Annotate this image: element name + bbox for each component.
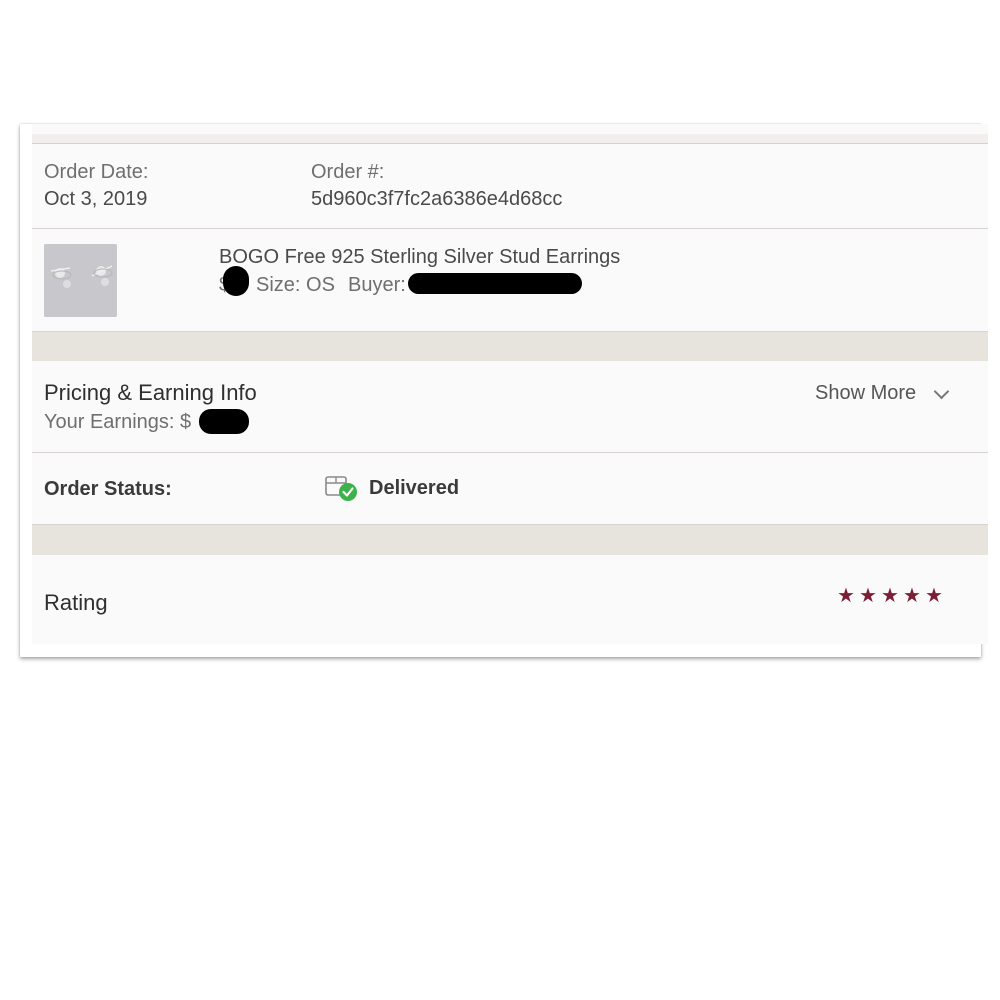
- order-number-value: 5d960c3f7fc2a6386e4d68cc: [311, 188, 563, 210]
- order-status-label: Order Status:: [44, 478, 172, 500]
- star-icon: ★: [859, 585, 877, 607]
- order-date-value: Oct 3, 2019: [44, 188, 148, 210]
- star-icon: ★: [903, 585, 921, 607]
- item-title[interactable]: BOGO Free 925 Sterling Silver Stud Earri…: [219, 246, 620, 269]
- redacted-price: [223, 266, 249, 296]
- buyer-label: Buyer:: [348, 274, 406, 296]
- earrings-image: [44, 244, 117, 317]
- item-size: Size: OS: [256, 274, 335, 296]
- divider: [32, 452, 988, 453]
- divider: [32, 228, 988, 229]
- redacted-buyer-name: [408, 273, 582, 294]
- package-check-icon: [325, 476, 357, 501]
- order-date-label: Order Date:: [44, 161, 149, 183]
- order-details-panel: Order Date: Oct 3, 2019 Order #: 5d960c3…: [32, 124, 988, 644]
- star-icon: ★: [881, 585, 899, 607]
- show-more-button[interactable]: Show More: [815, 382, 916, 405]
- order-status-value: Delivered: [369, 477, 460, 499]
- chevron-down-icon[interactable]: [933, 383, 950, 400]
- rating-label: Rating: [44, 590, 108, 615]
- order-number-label: Order #:: [311, 161, 385, 183]
- pricing-heading: Pricing & Earning Info: [44, 380, 257, 405]
- star-icon: ★: [925, 585, 943, 607]
- star-icon: ★: [837, 585, 855, 607]
- top-divider-strip: [32, 134, 988, 144]
- section-separator-band: [32, 332, 988, 361]
- item-thumbnail[interactable]: [44, 244, 117, 317]
- redacted-earnings: [199, 409, 249, 434]
- earnings-label: Your Earnings: $: [44, 411, 192, 433]
- section-separator-band: [32, 525, 988, 555]
- order-details-card: Order Date: Oct 3, 2019 Order #: 5d960c3…: [20, 124, 988, 657]
